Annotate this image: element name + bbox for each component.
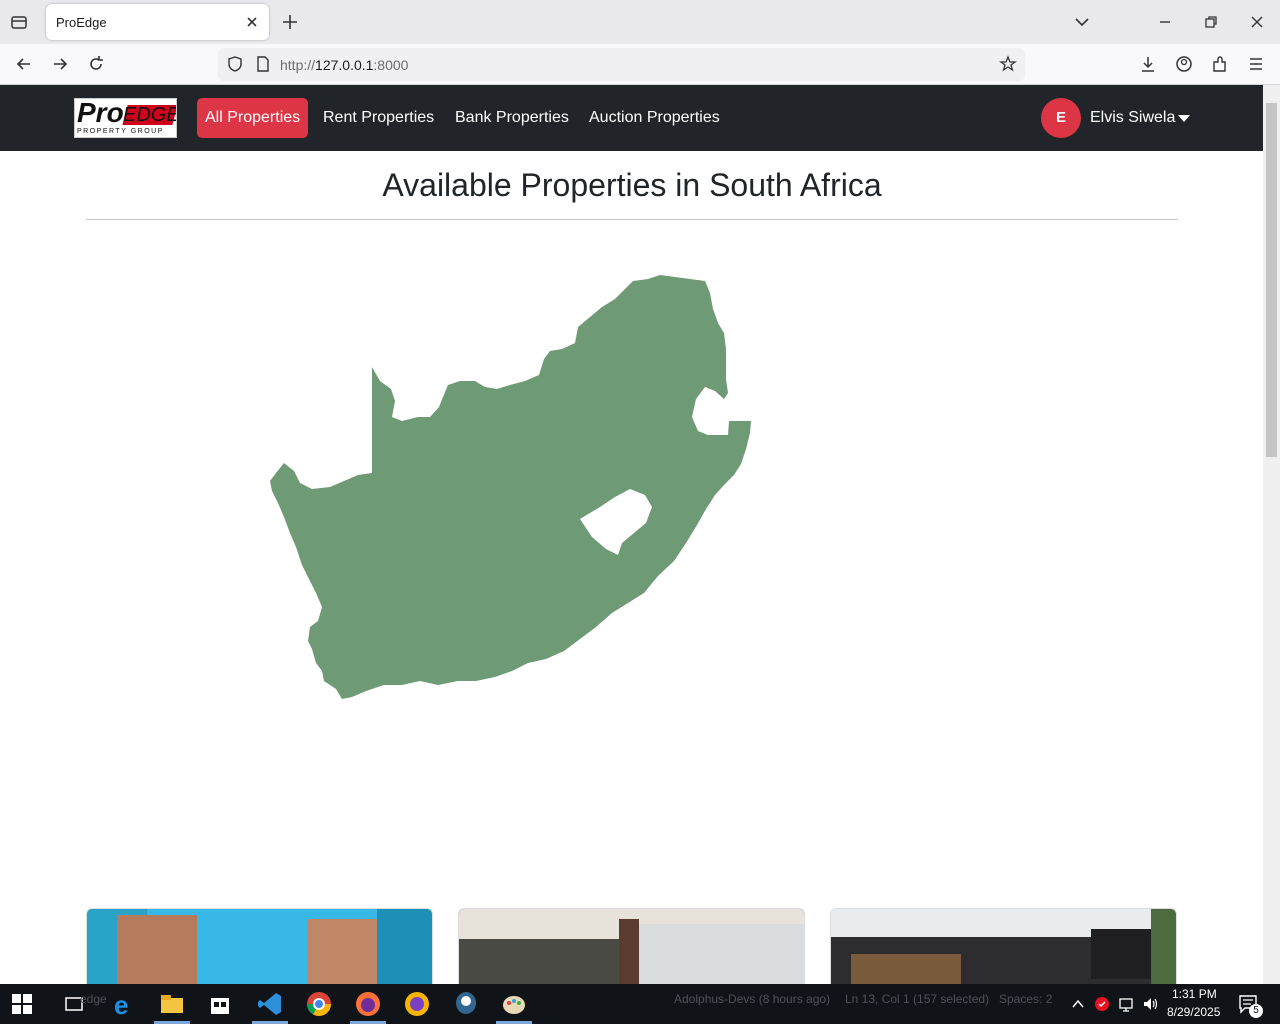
close-tab-icon[interactable] — [243, 13, 261, 31]
forward-icon[interactable] — [50, 54, 70, 74]
volume-icon[interactable] — [1142, 995, 1160, 1013]
site-navbar: Pro EDGE PROPERTY GROUP All Properties R… — [0, 85, 1263, 151]
paint-icon[interactable] — [500, 990, 528, 1018]
nav-auction-properties[interactable]: Auction Properties — [581, 98, 728, 138]
notification-count-badge: 5 — [1249, 1004, 1263, 1018]
browser-navbar: http://127.0.0.1:8000 — [0, 44, 1280, 85]
page-scrollbar[interactable] — [1263, 85, 1280, 984]
property-image-2[interactable] — [459, 909, 805, 984]
logo-tagline: PROPERTY GROUP — [77, 128, 164, 135]
taskbar-ghost-text: edge — [80, 992, 107, 1006]
brave-icon[interactable] — [403, 990, 431, 1018]
status-ghost-spaces: Spaces: 2 — [999, 992, 1053, 1006]
logo-edge: EDGE — [123, 104, 177, 126]
extensions-icon[interactable] — [1210, 54, 1230, 74]
url-host: 127.0.0.1 — [315, 57, 374, 73]
minimize-icon[interactable] — [1155, 12, 1175, 32]
url-text[interactable]: http://127.0.0.1:8000 — [280, 57, 408, 73]
page-info-icon[interactable] — [254, 55, 272, 73]
file-explorer-icon[interactable] — [158, 990, 186, 1018]
firefox-icon[interactable] — [354, 990, 382, 1018]
proedge-logo[interactable]: Pro EDGE PROPERTY GROUP — [74, 98, 177, 138]
nav-bank-properties[interactable]: Bank Properties — [447, 98, 577, 138]
network-icon[interactable] — [1118, 995, 1136, 1013]
reload-icon[interactable] — [86, 54, 106, 74]
show-hidden-icons-chevron-icon[interactable] — [1070, 996, 1086, 1012]
browser-tab-strip: ProEdge — [0, 0, 1280, 44]
page-title: Available Properties in South Africa — [382, 167, 882, 203]
property-card-2[interactable] — [458, 908, 805, 984]
url-port: :8000 — [373, 57, 409, 73]
menu-icon[interactable] — [1246, 54, 1266, 74]
nav-rent-properties[interactable]: Rent Properties — [315, 98, 442, 138]
logo-pro: Pro — [77, 98, 124, 128]
url-scheme: http:// — [280, 57, 316, 73]
postgresql-icon[interactable] — [452, 990, 480, 1018]
bookmark-star-icon[interactable] — [999, 55, 1017, 73]
tab-list-icon[interactable] — [8, 11, 30, 33]
user-dropdown-caret-icon[interactable] — [1178, 115, 1190, 122]
scrollbar-thumb[interactable] — [1266, 103, 1277, 457]
clock-date[interactable]: 8/29/2025 — [1167, 1005, 1220, 1019]
clock-time[interactable]: 1:31 PM — [1172, 987, 1217, 1001]
user-avatar[interactable]: E — [1041, 98, 1081, 138]
shield-icon[interactable] — [226, 55, 244, 73]
property-image-3[interactable] — [831, 909, 1177, 984]
property-card-3[interactable] — [830, 908, 1177, 984]
property-card-1[interactable] — [86, 908, 433, 984]
windows-start-icon[interactable] — [10, 992, 34, 1016]
property-image-1[interactable] — [87, 909, 433, 984]
url-bar[interactable]: http://127.0.0.1:8000 — [218, 48, 1025, 81]
nav-all-properties[interactable]: All Properties — [197, 98, 309, 138]
restore-icon[interactable] — [1201, 12, 1221, 32]
chrome-icon[interactable] — [305, 990, 333, 1018]
heading-divider — [86, 219, 1178, 220]
tab-title: ProEdge — [56, 15, 107, 30]
south-africa-map[interactable] — [250, 271, 760, 711]
south-africa-shape[interactable] — [270, 275, 751, 699]
status-ghost-cursor: Ln 13, Col 1 (157 selected) — [845, 992, 990, 1006]
security-alert-icon[interactable] — [1093, 995, 1111, 1013]
status-ghost-git: Adolphus-Devs (8 hours ago) — [674, 992, 831, 1006]
downloads-icon[interactable] — [1138, 54, 1158, 74]
tab-overflow-chevron-icon[interactable] — [1072, 12, 1092, 32]
edge-browser-icon[interactable]: e — [110, 990, 138, 1018]
microsoft-store-icon[interactable] — [206, 990, 234, 1018]
user-name[interactable]: Elvis Siwela — [1090, 109, 1175, 127]
svg-text:e: e — [114, 990, 128, 1018]
vscode-icon[interactable] — [256, 990, 284, 1018]
close-window-icon[interactable] — [1247, 12, 1267, 32]
new-tab-icon[interactable] — [280, 12, 300, 32]
taskbar: edge e Adolphus-Devs (8 hours ago) Ln 13… — [0, 984, 1280, 1024]
back-icon[interactable] — [14, 54, 34, 74]
account-icon[interactable] — [1174, 54, 1194, 74]
browser-tab[interactable]: ProEdge — [46, 4, 269, 40]
page-viewport: Pro EDGE PROPERTY GROUP All Properties R… — [0, 85, 1263, 984]
